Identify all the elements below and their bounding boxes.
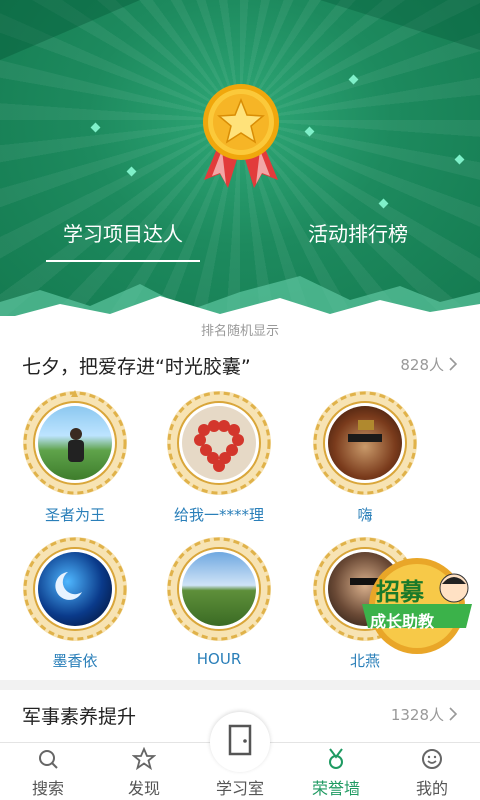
avatar-badge: [20, 388, 130, 498]
header-tabs: 学习项目达人 活动排行榜: [0, 214, 480, 262]
section-count: 1328人: [390, 706, 444, 724]
avatar-badge: [310, 388, 420, 498]
honor-member[interactable]: 墨香依: [20, 534, 130, 671]
nav-honor-wall[interactable]: 荣誉墙: [288, 743, 384, 800]
member-name: 嗨: [357, 506, 373, 524]
chevron-right-icon[interactable]: [448, 706, 458, 722]
avatar-photo: [38, 406, 112, 480]
avatar-photo: [328, 406, 402, 480]
nav-label: 荣誉墙: [311, 779, 360, 798]
section-count: 828人: [400, 356, 444, 374]
avatar-badge: [164, 388, 274, 498]
header-banner: 学习项目达人 活动排行榜: [0, 0, 480, 318]
nav-label: 搜索: [31, 779, 64, 798]
star-icon: [132, 747, 156, 771]
tab-project-expert[interactable]: 学习项目达人: [46, 214, 200, 262]
avatar-photo: [38, 552, 112, 626]
ranking-hint: 排名随机显示: [200, 324, 279, 339]
nav-label: 我的: [415, 779, 448, 798]
honor-member[interactable]: 嗨: [310, 388, 420, 525]
nav-discover[interactable]: 发现: [96, 743, 192, 800]
section-title: 七夕，把爱存进“时光胶囊”: [22, 356, 251, 378]
avatar-badge: [20, 534, 130, 644]
honor-member[interactable]: 圣者为王: [20, 388, 130, 525]
door-icon: [228, 724, 252, 756]
recruit-assistant-promo[interactable]: 招募 成长助教: [362, 548, 472, 658]
nav-search[interactable]: 搜索: [0, 743, 96, 800]
nav-label: 发现: [127, 779, 160, 798]
avatar-badge: [164, 534, 274, 644]
tab-activity-ranking[interactable]: 活动排行榜: [290, 214, 426, 258]
member-name: 给我一****理: [173, 506, 264, 524]
smiley-icon: [422, 749, 442, 769]
medal-icon: [329, 748, 343, 769]
study-room-center-button[interactable]: [210, 712, 270, 772]
promo-title: 招募: [376, 578, 424, 606]
decor-facet: [320, 0, 480, 50]
honor-member[interactable]: 给我一****理: [164, 388, 274, 525]
member-name: 墨香依: [52, 652, 98, 670]
avatar-photo: [182, 406, 256, 480]
decor-facet: [0, 0, 140, 60]
promo-subtitle: 成长助教: [370, 612, 435, 631]
avatar-photo: [182, 552, 256, 626]
nav-label: 学习室: [215, 779, 264, 798]
member-name: HOUR: [196, 650, 242, 668]
section-title: 军事素养提升: [22, 706, 137, 728]
mountain-decor: [0, 276, 480, 318]
member-name: 圣者为王: [44, 506, 105, 524]
nav-mine[interactable]: 我的: [384, 743, 480, 800]
search-icon: [39, 750, 58, 769]
chevron-right-icon[interactable]: [448, 356, 458, 372]
gold-star-medal-icon: [203, 84, 279, 188]
section-header[interactable]: 七夕，把爱存进“时光胶囊” 828人: [22, 352, 458, 380]
honor-member[interactable]: HOUR: [164, 534, 274, 668]
